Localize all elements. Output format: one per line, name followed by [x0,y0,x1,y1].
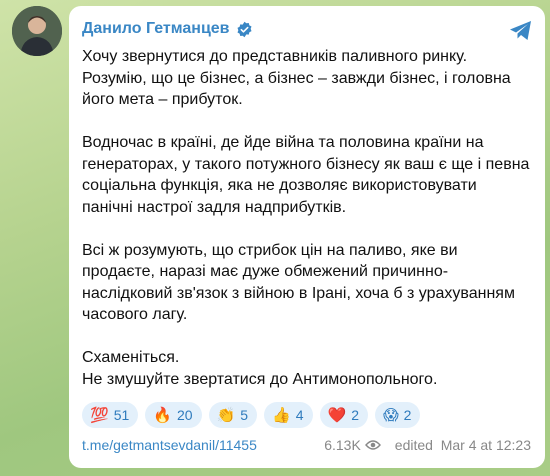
reaction-heart[interactable]: ❤️ 2 [319,402,368,428]
telegram-share-icon[interactable] [509,20,533,42]
fire-emoji-icon: 🔥 [153,406,172,424]
author-name[interactable]: Данило Гетманцев [82,20,230,38]
reaction-fire[interactable]: 🔥 20 [145,402,202,428]
reaction-count: 2 [351,407,359,423]
reaction-count: 2 [403,407,412,423]
reactions-bar: 💯 51 🔥 20 👏 5 👍 4 ❤️ 2 😱 2 [82,402,531,428]
reaction-count: 4 [295,407,304,423]
paragraph: Хочу звернутися до представників паливно… [82,48,511,108]
reaction-count: 20 [176,407,193,423]
heart-emoji-icon: ❤️ [327,406,347,424]
message-bubble: Данило Гетманцев Хочу звернутися до пред… [69,6,545,468]
views-value: 6.13K [324,437,361,453]
paragraph: Схаменіться. [82,349,180,366]
message-text: Хочу звернутися до представників паливно… [82,46,531,390]
paragraph: Водночас в країні, де йде війна та полов… [82,134,530,216]
reaction-count: 5 [240,407,249,423]
reaction-thumbs-up[interactable]: 👍 4 [264,402,313,428]
scream-emoji-icon: 😱 [382,406,399,424]
reaction-scream[interactable]: 😱 2 [374,402,421,428]
paragraph: Не змушуйте звертатися до Антимонопольно… [82,370,438,388]
view-count: 6.13K [324,437,381,453]
reaction-clap[interactable]: 👏 5 [208,402,258,428]
eye-icon [364,440,381,450]
avatar[interactable] [12,6,62,56]
edited-timestamp: edited Mar 4 at 12:23 [394,437,531,453]
reaction-count: 51 [113,407,130,423]
clap-emoji-icon: 👏 [216,406,236,424]
message-header: Данило Гетманцев [82,18,531,40]
paragraph: Всі ж розумують, що стрибок цін на палив… [82,241,515,324]
reaction-hundred[interactable]: 💯 51 [82,402,139,428]
message-footer: t.me/getmantsevdanil/11455 6.13K edited … [82,437,531,453]
thumbs-up-emoji-icon: 👍 [272,406,291,424]
post-link[interactable]: t.me/getmantsevdanil/11455 [82,437,257,453]
hundred-emoji-icon: 💯 [90,406,109,424]
verified-badge-icon [236,21,253,38]
